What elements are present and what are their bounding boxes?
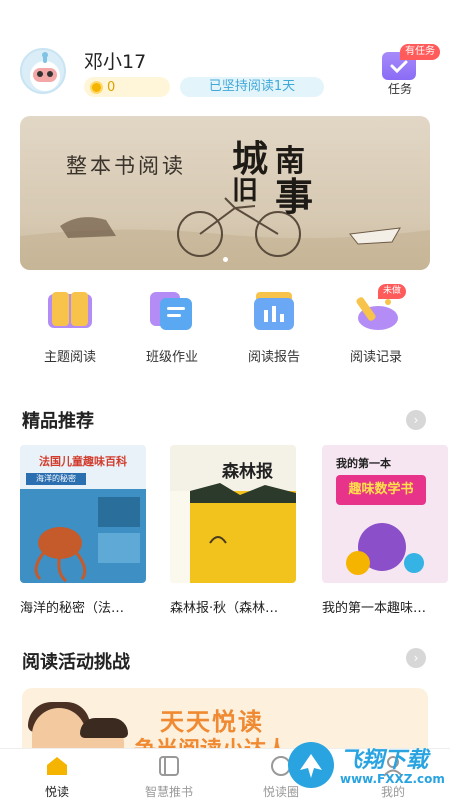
carousel-indicator — [20, 257, 430, 262]
avatar[interactable] — [20, 48, 66, 94]
book-cover: 森林报 — [170, 445, 296, 583]
feature-label: 阅读报告 — [247, 350, 300, 365]
banner-subtitle: 整本书阅读 — [66, 154, 186, 178]
book-cover: 法国儿童趣味百科 海洋的秘密 — [20, 445, 146, 583]
book-card[interactable]: 森林报 森林报·秋（森林… — [170, 445, 296, 616]
username: 邓小17 — [84, 51, 147, 73]
banner-title-char: 事 — [275, 174, 314, 219]
cover-illustration — [20, 489, 146, 583]
coin-icon — [90, 80, 103, 94]
feature-label: 班级作业 — [145, 350, 198, 365]
cover-illustration — [170, 483, 296, 583]
cover-title: 我的第一本 — [336, 457, 391, 470]
tab-label: 智慧推书 — [144, 785, 193, 799]
activity-section-title: 阅读活动挑战 — [22, 652, 130, 673]
book-icon — [46, 290, 94, 332]
promo-banner[interactable]: 整本书阅读 城 南 旧 事 — [20, 116, 430, 270]
cover-title: 法国儿童趣味百科 — [39, 455, 127, 468]
coin-count: 0 — [107, 79, 116, 95]
record-badge: 未做 — [377, 284, 406, 299]
featured-section-title: 精品推荐 — [22, 411, 94, 432]
book-title: 海洋的秘密（法… — [20, 601, 125, 616]
book-cover: 我的第一本 趣味数学书 — [322, 445, 448, 583]
home-icon — [45, 755, 69, 777]
book-card[interactable]: 我的第一本 趣味数学书 我的第一本趣味… — [322, 445, 448, 616]
task-button[interactable]: 有任务 任务 — [378, 44, 442, 100]
featured-more-arrow-icon[interactable]: › — [406, 410, 426, 430]
feature-theme-reading[interactable]: 主题阅读 — [30, 290, 110, 370]
watermark: 飞翔下载 www.FXXZ.com — [288, 734, 450, 796]
feature-reading-record[interactable]: 未做 阅读记录 — [336, 284, 416, 370]
cover-subtitle: 海洋的秘密 — [26, 473, 86, 485]
carousel-dot — [222, 257, 228, 262]
cover-subtitle: 趣味数学书 — [336, 475, 426, 505]
profile-header: 邓小17 0 已坚持阅读1天 有任务 任务 — [0, 0, 450, 110]
feature-class-homework[interactable]: 班级作业 — [132, 290, 212, 370]
tab-smart-books[interactable]: 智慧推书 — [134, 755, 204, 800]
book-card[interactable]: 法国儿童趣味百科 海洋的秘密 海洋的秘密（法… — [20, 445, 146, 616]
task-label: 任务 — [388, 82, 413, 96]
kid-illustration — [80, 718, 128, 738]
task-badge: 有任务 — [400, 44, 440, 60]
homework-icon — [148, 290, 196, 332]
app-home-page: 邓小17 0 已坚持阅读1天 有任务 任务 整本书阅读 城 南 旧 事 主题阅读… — [0, 0, 450, 800]
coin-badge[interactable]: 0 — [84, 77, 170, 97]
record-icon: 未做 — [352, 284, 406, 332]
tab-yuedu[interactable]: 悦读 — [22, 755, 92, 800]
watermark-url: www.FXXZ.com — [340, 772, 445, 786]
banner-title-char: 旧 — [232, 176, 259, 206]
tab-label: 悦读 — [44, 785, 69, 799]
book-title: 森林报·秋（森林… — [170, 601, 279, 616]
watermark-text: 飞翔下载 — [340, 748, 429, 773]
reading-streak-badge: 已坚持阅读1天 — [180, 77, 324, 97]
book-title: 我的第一本趣味… — [322, 601, 427, 616]
cover-title: 森林报 — [222, 462, 273, 482]
book-stack-icon — [157, 755, 181, 777]
feature-label: 阅读记录 — [349, 350, 402, 365]
cover-illustration — [346, 523, 424, 575]
activity-more-arrow-icon[interactable]: › — [406, 648, 426, 668]
report-icon — [250, 290, 298, 332]
feature-label: 主题阅读 — [43, 350, 96, 365]
watermark-logo-icon — [288, 742, 334, 788]
banner-illustration — [20, 197, 430, 270]
feature-reading-report[interactable]: 阅读报告 — [234, 290, 314, 370]
